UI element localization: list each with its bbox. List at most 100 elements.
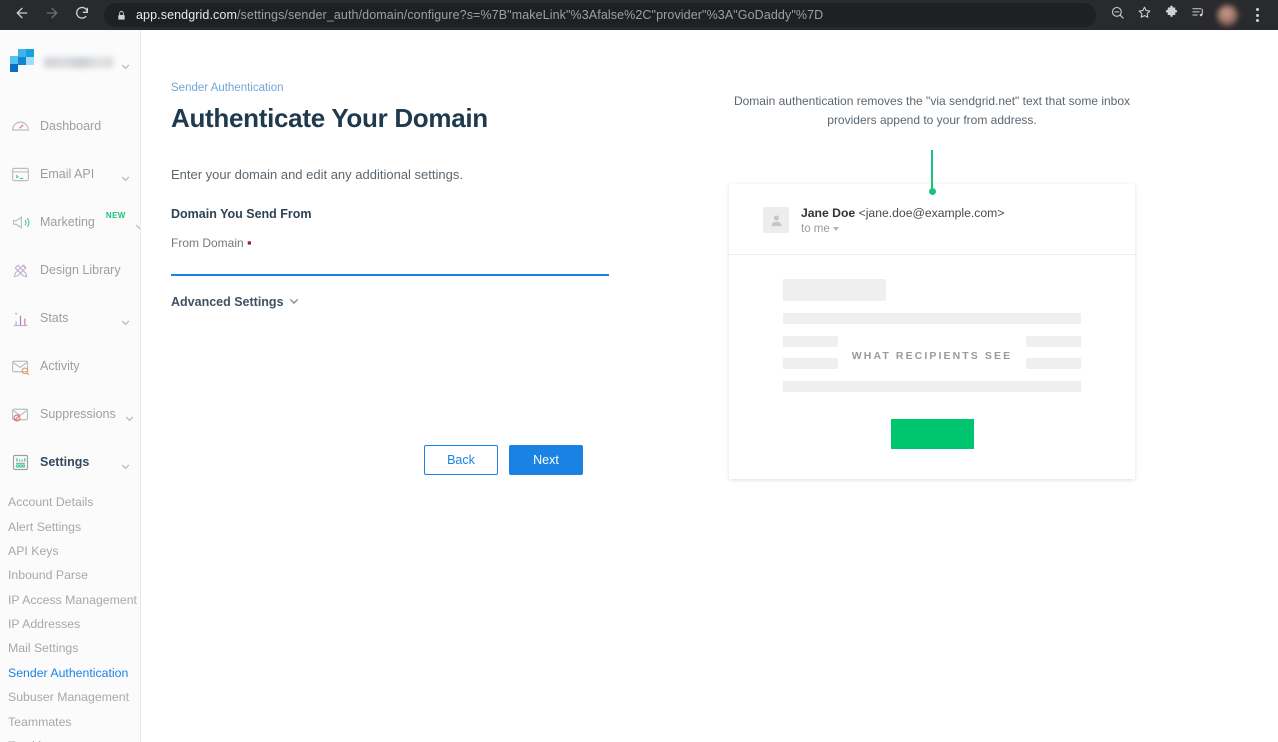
puzzle-icon (1164, 5, 1179, 25)
url-path: /settings/sender_auth/domain/configure?s… (236, 8, 824, 22)
account-name (44, 56, 113, 68)
skeleton-block (1026, 336, 1081, 348)
chevron-down-icon (121, 170, 130, 181)
email-preview-card: Jane Doe <jane.doe@example.com> to me WH… (729, 184, 1135, 480)
from-domain-label: From Domain ▪ (171, 236, 641, 250)
submenu-item-sender-authentication[interactable]: Sender Authentication (8, 661, 140, 685)
email-body-skeleton: WHAT RECIPIENTS SEE (729, 255, 1135, 479)
forward-button[interactable] (38, 1, 66, 29)
back-arrow-icon (14, 5, 30, 26)
from-domain-label-text: From Domain (171, 236, 244, 250)
submenu-item-account-details[interactable]: Account Details (8, 490, 140, 514)
profile-avatar-icon[interactable] (1217, 4, 1238, 26)
envelope-search-icon (10, 356, 31, 377)
page-description: Enter your domain and edit any additiona… (171, 167, 463, 182)
sidebar-item-label: Suppressions (40, 407, 116, 421)
recipient-label: to me (801, 223, 830, 236)
submenu-item-ip-addresses[interactable]: IP Addresses (8, 612, 140, 636)
chevron-down-icon (289, 295, 299, 309)
back-button[interactable] (8, 1, 36, 29)
sidebar-nav: Dashboard Email API Marketing NEW Design… (0, 102, 140, 742)
sendgrid-logo (10, 49, 36, 75)
preview-note: Domain authentication removes the "via s… (733, 94, 1131, 127)
sidebar-item-stats[interactable]: Stats (0, 294, 140, 342)
skeleton-line (783, 313, 1081, 325)
advanced-settings-toggle[interactable]: Advanced Settings (171, 295, 641, 309)
submenu-item-tracking[interactable]: Tracking (8, 734, 140, 742)
sidebar-item-label: Dashboard (40, 119, 102, 133)
url-host: app.sendgrid.com (136, 8, 237, 22)
address-bar[interactable]: app.sendgrid.com/settings/sender_auth/do… (104, 3, 1096, 27)
email-sender-block: Jane Doe <jane.doe@example.com> to me (801, 206, 1004, 235)
sidebar-item-label: Activity (40, 359, 80, 373)
sender-name: Jane Doe (801, 206, 856, 221)
skeleton-middle-row: WHAT RECIPIENTS SEE (783, 336, 1081, 370)
sender-line: Jane Doe <jane.doe@example.com> (801, 206, 1004, 220)
submenu-item-api-keys[interactable]: API Keys (8, 539, 140, 563)
skeleton-block (783, 336, 838, 348)
code-window-icon (10, 164, 31, 185)
chevron-down-icon (125, 410, 134, 421)
zoom-out-button[interactable] (1104, 2, 1130, 28)
settings-grid-icon (10, 452, 31, 473)
advanced-settings-label: Advanced Settings (171, 295, 284, 309)
watermark-text: WHAT RECIPIENTS SEE (851, 350, 1013, 363)
submenu-item-mail-settings[interactable]: Mail Settings (8, 636, 140, 660)
reload-icon (74, 5, 90, 26)
sidebar: Dashboard Email API Marketing NEW Design… (0, 30, 141, 742)
sidebar-item-suppressions[interactable]: Suppressions (0, 390, 140, 438)
back-button[interactable]: Back (424, 445, 498, 475)
wizard-buttons: Back Next (424, 445, 583, 475)
sidebar-item-dashboard[interactable]: Dashboard (0, 102, 140, 150)
submenu-item-teammates[interactable]: Teammates (8, 709, 140, 733)
submenu-item-alert-settings[interactable]: Alert Settings (8, 514, 140, 538)
next-button[interactable]: Next (509, 445, 583, 475)
browser-menu-button[interactable] (1244, 2, 1270, 28)
submenu-item-ip-access-management[interactable]: IP Access Management (8, 588, 140, 612)
account-switcher[interactable] (0, 40, 140, 84)
sidebar-item-marketing[interactable]: Marketing NEW (0, 198, 140, 246)
sidebar-item-design-library[interactable]: Design Library (0, 246, 140, 294)
lock-icon (116, 9, 127, 22)
person-avatar-icon (763, 207, 789, 234)
page-viewport: Dashboard Email API Marketing NEW Design… (0, 30, 1278, 742)
submenu-item-subuser-management[interactable]: Subuser Management (8, 685, 140, 709)
bookmark-button[interactable] (1131, 2, 1157, 28)
section-title: Domain You Send From (171, 207, 312, 221)
reload-button[interactable] (68, 1, 96, 29)
domain-form: Sender Authentication Authenticate Your … (171, 30, 641, 309)
new-badge: NEW (105, 211, 126, 220)
sidebar-item-label: Email API (40, 167, 95, 181)
browser-toolbar: app.sendgrid.com/settings/sender_auth/do… (0, 0, 1278, 30)
megaphone-icon (10, 212, 31, 233)
chevron-down-icon (121, 58, 130, 69)
chevron-down-icon (121, 458, 130, 469)
pointer-line (928, 150, 936, 196)
extensions-button[interactable] (1158, 2, 1184, 28)
chevron-down-icon (121, 314, 130, 325)
envelope-blocked-icon (10, 404, 31, 425)
forward-arrow-icon (44, 5, 60, 26)
settings-submenu: Account Details Alert Settings API Keys … (0, 486, 140, 742)
bar-chart-icon (10, 308, 31, 329)
skeleton-line (783, 381, 1081, 393)
browser-tool-icons (1104, 2, 1270, 28)
skeleton-title (783, 279, 886, 302)
url-text: app.sendgrid.com/settings/sender_auth/do… (136, 8, 823, 22)
sidebar-item-email-api[interactable]: Email API (0, 150, 140, 198)
submenu-item-inbound-parse[interactable]: Inbound Parse (8, 563, 140, 587)
sidebar-item-label: Marketing (40, 215, 95, 229)
sidebar-item-activity[interactable]: Activity (0, 342, 140, 390)
sender-email: <jane.doe@example.com> (858, 206, 1005, 221)
chevron-down-icon (832, 227, 839, 232)
sidebar-item-label: Settings (40, 455, 90, 469)
page-title: Authenticate Your Domain (171, 103, 488, 133)
recipient-row[interactable]: to me (801, 223, 1004, 235)
skeleton-cta-button (890, 419, 974, 450)
sidebar-item-settings[interactable]: Settings (0, 438, 140, 486)
breadcrumb[interactable]: Sender Authentication (171, 82, 641, 94)
sidebar-item-label: Design Library (40, 263, 121, 277)
email-preview-panel: Domain authentication removes the "via s… (722, 92, 1142, 480)
media-button[interactable] (1185, 2, 1211, 28)
from-domain-input[interactable] (171, 254, 609, 276)
